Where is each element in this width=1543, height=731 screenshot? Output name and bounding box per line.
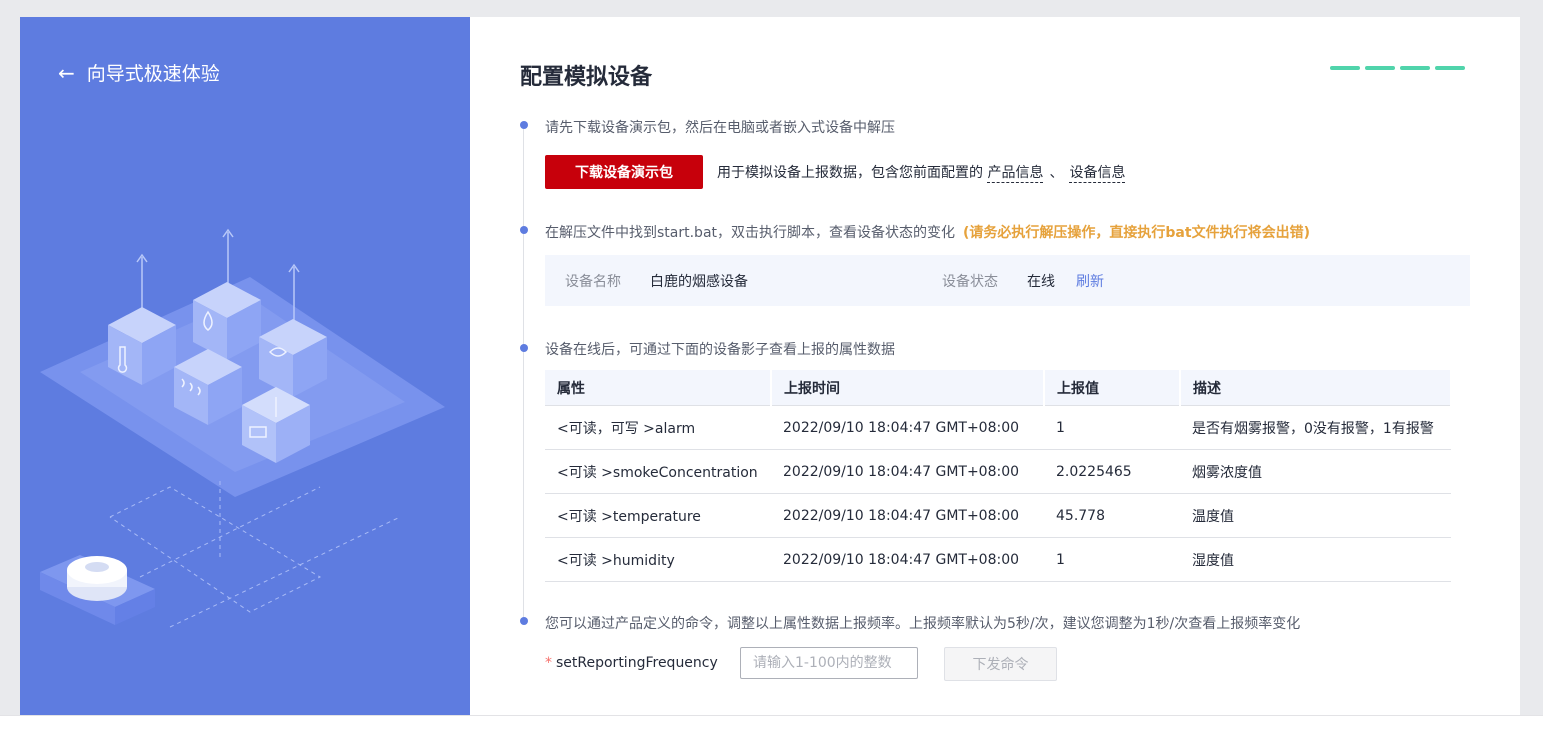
step2-text: 在解压文件中找到start.bat，双击执行脚本，查看设备状态的变化 (请务必执行…: [545, 222, 1310, 242]
download-demo-button[interactable]: 下载设备演示包: [545, 155, 703, 189]
table-row: <可读 >temperature 2022/09/10 18:04:47 GMT…: [545, 493, 1451, 538]
table-header-row: 属性 上报时间 上报值 描述: [545, 370, 1452, 406]
frequency-label: * setReportingFrequency: [545, 655, 718, 671]
send-command-button[interactable]: 下发命令: [944, 647, 1057, 681]
wizard-dialog: ← 向导式极速体验 配置模拟设备 请先下载设备演示包，然后在电脑或者嵌入式设备中…: [20, 17, 1520, 715]
device-status-label: 设备状态: [942, 274, 998, 290]
illustration-panel: ← 向导式极速体验: [20, 17, 470, 715]
device-status-value: 在线: [1027, 274, 1055, 290]
table-cell: 1: [1044, 537, 1180, 582]
column-header: 上报值: [1044, 370, 1181, 406]
table-cell: 温度值: [1180, 493, 1451, 538]
page-title: 配置模拟设备: [520, 65, 653, 90]
timeline-dot: [520, 617, 528, 625]
step1-text: 请先下载设备演示包，然后在电脑或者嵌入式设备中解压: [545, 120, 895, 136]
device-status-box: 设备名称 白鹿的烟感设备 设备状态 在线 刷新: [545, 255, 1470, 306]
step-progress: [1330, 66, 1465, 70]
table-cell: 2022/09/10 18:04:47 GMT+08:00: [771, 493, 1044, 538]
table-cell: 2022/09/10 18:04:47 GMT+08:00: [771, 405, 1044, 450]
column-header: 描述: [1180, 370, 1452, 406]
step4-text: 您可以通过产品定义的命令，调整以上属性数据上报频率。上报频率默认为5秒/次，建议…: [545, 616, 1301, 632]
table-cell: 2.0225465: [1044, 449, 1180, 494]
table-cell: 2022/09/10 18:04:47 GMT+08:00: [771, 449, 1044, 494]
step3-text: 设备在线后，可通过下面的设备影子查看上报的属性数据: [545, 342, 895, 358]
frequency-label-text: setReportingFrequency: [556, 655, 718, 671]
refresh-link[interactable]: 刷新: [1076, 271, 1104, 291]
download-description: 用于模拟设备上报数据，包含您前面配置的 产品信息、设备信息: [717, 162, 1126, 183]
timeline-line: [523, 129, 524, 617]
step-indicator: [1400, 66, 1430, 70]
download-desc-text: 用于模拟设备上报数据，包含您前面配置的: [717, 165, 983, 181]
device-info-link[interactable]: 设备信息: [1069, 165, 1126, 183]
table-cell: <可读 >temperature: [545, 493, 771, 538]
timeline-dot: [520, 344, 528, 352]
product-info-link[interactable]: 产品信息: [987, 165, 1044, 183]
table-cell: 是否有烟雾报警，0没有报警，1有报警: [1180, 405, 1451, 450]
table-cell: <可读 >smokeConcentration: [545, 449, 771, 494]
step-indicator: [1330, 66, 1360, 70]
required-star-icon: *: [545, 655, 552, 671]
table-cell: 1: [1044, 405, 1180, 450]
table-cell: 湿度值: [1180, 537, 1451, 582]
iot-devices-illustration: [40, 228, 445, 628]
device-name-label: 设备名称: [565, 274, 621, 290]
table-row: <可读，可写 >alarm 2022/09/10 18:04:47 GMT+08…: [545, 405, 1451, 450]
step2-warning: (请务必执行解压操作，直接执行bat文件执行将会出错): [963, 225, 1310, 241]
column-header: 属性: [545, 370, 772, 406]
step-indicator: [1435, 66, 1465, 70]
table-cell: 2022/09/10 18:04:47 GMT+08:00: [771, 537, 1044, 582]
device-name-value: 白鹿的烟感设备: [650, 274, 748, 290]
timeline-dot: [520, 226, 528, 234]
frequency-input[interactable]: [740, 647, 918, 679]
step2-label: 在解压文件中找到start.bat，双击执行脚本，查看设备状态的变化: [545, 225, 956, 241]
page-footer-strip: [0, 715, 1543, 731]
table-row: <可读 >smokeConcentration 2022/09/10 18:04…: [545, 449, 1451, 494]
config-panel: 配置模拟设备 请先下载设备演示包，然后在电脑或者嵌入式设备中解压 下载设备演示包…: [470, 17, 1520, 715]
table-cell: <可读 >humidity: [545, 537, 771, 582]
table-cell: 烟雾浓度值: [1180, 449, 1451, 494]
link-separator: 、: [1049, 165, 1064, 181]
timeline-dot: [520, 121, 528, 129]
table-cell: 45.778: [1044, 493, 1180, 538]
table-row: <可读 >humidity 2022/09/10 18:04:47 GMT+08…: [545, 537, 1451, 582]
step-indicator: [1365, 66, 1395, 70]
device-shadow-table: 属性 上报时间 上报值 描述 <可读，可写 >alarm 2022/09/10 …: [545, 370, 1452, 582]
column-header: 上报时间: [771, 370, 1045, 406]
table-cell: <可读，可写 >alarm: [545, 405, 771, 450]
